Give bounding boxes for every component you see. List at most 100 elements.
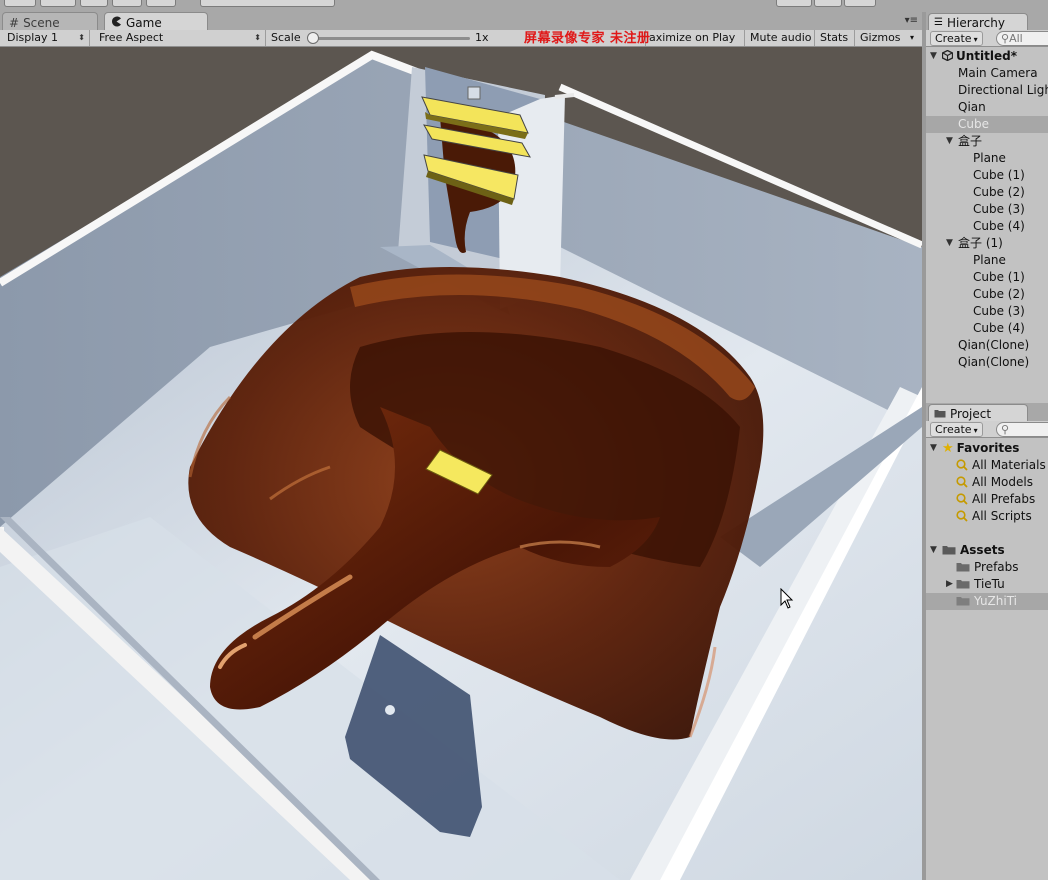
hierarchy-item-selected[interactable]: Cube — [926, 116, 1048, 133]
hierarchy-item[interactable]: Cube (4) — [926, 320, 1048, 337]
favorites-item[interactable]: All Prefabs — [926, 491, 1048, 508]
hierarchy-item[interactable]: Cube (1) — [926, 167, 1048, 184]
favorites-item-label: All Prefabs — [972, 492, 1036, 506]
folder-icon — [956, 580, 970, 589]
hierarchy-item[interactable]: Cube (1) — [926, 269, 1048, 286]
move-tool-button[interactable] — [40, 0, 76, 7]
stats-toggle[interactable]: Stats — [814, 30, 854, 46]
search-filter-icon — [956, 493, 968, 505]
project-folder-icon — [934, 407, 946, 421]
scale-slider-thumb[interactable] — [307, 32, 319, 44]
tab-scene-label: Scene — [23, 15, 60, 30]
hierarchy-item[interactable]: Qian(Clone) — [926, 354, 1048, 371]
hierarchy-item-label: Main Camera — [958, 66, 1038, 80]
aspect-dropdown[interactable]: Free Aspect ⬍ — [94, 30, 266, 46]
assets-item-selected[interactable]: YuZhiTi — [926, 593, 1048, 610]
hierarchy-item[interactable]: Qian(Clone) — [926, 337, 1048, 354]
folder-icon — [942, 546, 956, 555]
scene-name: Untitled* — [956, 49, 1017, 63]
project-tab-bar: Project — [926, 403, 1048, 421]
favorites-item[interactable]: All Models — [926, 474, 1048, 491]
aspect-dropdown-label: Free Aspect — [99, 31, 164, 44]
maximize-on-play-toggle[interactable]: aximize on Play — [645, 30, 744, 46]
hierarchy-item[interactable]: ▼ 盒子 — [926, 133, 1048, 150]
hierarchy-search-input[interactable]: ⚲All — [996, 31, 1048, 46]
assets-item[interactable]: ▶ TieTu — [926, 576, 1048, 593]
search-filter-icon — [956, 459, 968, 471]
expand-arrow-icon[interactable]: ▶ — [946, 576, 953, 593]
hierarchy-item[interactable]: Cube (3) — [926, 201, 1048, 218]
scale-value: 1x — [475, 31, 489, 44]
hierarchy-item[interactable]: Main Camera — [926, 65, 1048, 82]
tab-hierarchy[interactable]: ☰ Hierarchy — [928, 13, 1028, 30]
rotate-tool-button[interactable] — [80, 0, 108, 7]
hierarchy-item[interactable]: Cube (3) — [926, 303, 1048, 320]
scene-render — [0, 47, 922, 880]
favorites-label: Favorites — [956, 441, 1020, 455]
hierarchy-item[interactable]: Plane — [926, 252, 1048, 269]
favorites-item[interactable]: All Materials — [926, 457, 1048, 474]
game-viewport[interactable] — [0, 47, 922, 880]
hierarchy-item[interactable]: Plane — [926, 150, 1048, 167]
hierarchy-item-label: Cube (3) — [973, 202, 1025, 216]
search-filter-icon — [956, 476, 968, 488]
hierarchy-item-label: Cube — [958, 117, 989, 131]
project-create-label: Create — [935, 423, 972, 436]
right-panels: ☰ Hierarchy Create ▾ ⚲All ▼ Untitled* Mai… — [926, 12, 1048, 880]
tab-game[interactable]: Game — [104, 12, 208, 31]
scene-root[interactable]: ▼ Untitled* — [926, 48, 1048, 65]
panel-menu-icon[interactable]: ▾≡ — [905, 15, 918, 26]
tab-project[interactable]: Project — [928, 404, 1028, 421]
rect-tool-button[interactable] — [146, 0, 176, 7]
hierarchy-item[interactable]: Cube (2) — [926, 184, 1048, 201]
assets-header[interactable]: ▼ Assets — [926, 542, 1048, 559]
display-dropdown-label: Display 1 — [7, 31, 59, 44]
step-button[interactable] — [844, 0, 876, 7]
assets-item[interactable]: Prefabs — [926, 559, 1048, 576]
hierarchy-toolbar: Create ▾ ⚲All — [926, 30, 1048, 47]
game-pacman-icon — [111, 16, 122, 30]
favorites-item-label: All Materials — [972, 458, 1046, 472]
hierarchy-item[interactable]: ▼ 盒子 (1) — [926, 235, 1048, 252]
assets-label: Assets — [960, 543, 1005, 557]
unity-scene-icon — [942, 50, 953, 61]
folder-icon — [956, 563, 970, 572]
hierarchy-item[interactable]: Cube (2) — [926, 286, 1048, 303]
project-search-input[interactable]: ⚲ — [996, 422, 1048, 437]
expand-arrow-icon[interactable]: ▼ — [930, 440, 937, 457]
hierarchy-item-label: Qian(Clone) — [958, 355, 1030, 369]
hierarchy-create-label: Create — [935, 32, 972, 45]
scale-slider-track[interactable] — [312, 37, 470, 40]
project-create-button[interactable]: Create ▾ — [930, 422, 983, 437]
hierarchy-item[interactable]: Qian — [926, 99, 1048, 116]
expand-arrow-icon[interactable]: ▼ — [930, 48, 937, 65]
tab-project-label: Project — [950, 406, 992, 421]
favorites-item[interactable]: All Scripts — [926, 508, 1048, 525]
assets-item-label: TieTu — [974, 577, 1005, 591]
dropdown-arrow-icon: ▾ — [973, 426, 978, 435]
mute-audio-toggle[interactable]: Mute audio — [744, 30, 814, 46]
scale-label: Scale — [271, 31, 301, 44]
pivot-toggle[interactable] — [200, 0, 335, 7]
view-tab-bar: # Scene Game ▾≡ — [0, 12, 922, 31]
gizmos-dropdown[interactable]: Gizmos ▾ — [854, 30, 918, 46]
hierarchy-item-label: Qian(Clone) — [958, 338, 1030, 352]
pause-button[interactable] — [814, 0, 842, 7]
display-dropdown[interactable]: Display 1 ⬍ — [2, 30, 90, 46]
expand-arrow-icon[interactable]: ▼ — [946, 133, 953, 150]
hierarchy-item[interactable]: Cube (4) — [926, 218, 1048, 235]
expand-arrow-icon[interactable]: ▼ — [930, 542, 937, 559]
updown-arrow-icon: ⬍ — [78, 33, 85, 42]
tab-scene[interactable]: # Scene — [2, 12, 98, 30]
scale-tool-button[interactable] — [112, 0, 142, 7]
hand-tool-button[interactable] — [4, 0, 36, 7]
expand-arrow-icon[interactable]: ▼ — [946, 235, 953, 252]
folder-icon — [956, 597, 970, 606]
updown-arrow-icon: ⬍ — [254, 33, 261, 42]
hierarchy-item[interactable]: Directional Light — [926, 82, 1048, 99]
favorites-header[interactable]: ▼ ★ Favorites — [926, 440, 1048, 457]
play-button[interactable] — [776, 0, 812, 7]
dropdown-arrow-icon: ▾ — [909, 33, 914, 42]
hierarchy-create-button[interactable]: Create ▾ — [930, 31, 983, 46]
hierarchy-item-label: Directional Light — [958, 83, 1048, 97]
